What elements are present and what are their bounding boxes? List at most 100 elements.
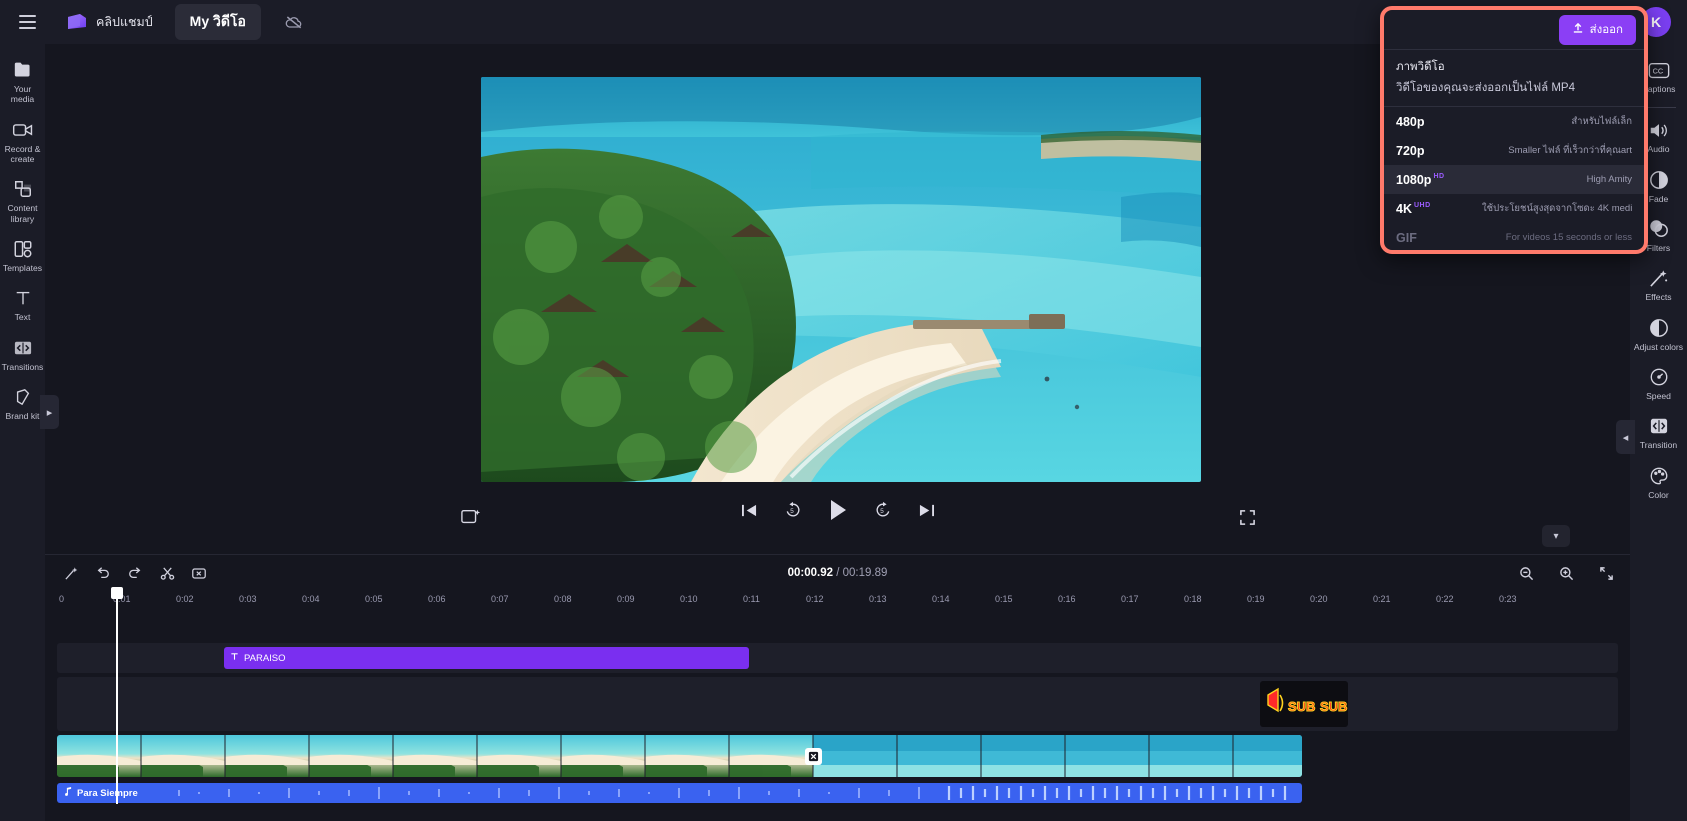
ruler-tick: 0:05 xyxy=(365,594,383,604)
track-video xyxy=(57,735,1618,777)
brand-home-link[interactable]: คลิปแชมป์ xyxy=(66,12,153,32)
auto-enhance-icon[interactable] xyxy=(460,507,482,532)
speed-gauge-icon xyxy=(1649,367,1669,387)
ruler-tick: 0:14 xyxy=(932,594,950,604)
brand-name: คลิปแชมป์ xyxy=(96,12,153,32)
option-name: GIF xyxy=(1396,231,1417,245)
option-name: 480p xyxy=(1396,115,1425,129)
export-button[interactable]: ส่งออก xyxy=(1559,15,1636,45)
transport-controls: 5 5 xyxy=(741,499,935,521)
export-option-gif[interactable]: GIF For videos 15 seconds or less xyxy=(1384,223,1644,252)
clip-sticker-sub[interactable]: SUB SUB xyxy=(1260,681,1348,727)
track-text: PARAISO xyxy=(57,643,1618,673)
undo-icon[interactable] xyxy=(91,561,115,585)
ruler-tick: 0:03 xyxy=(239,594,257,604)
track-audio: Para Siempre xyxy=(57,783,1618,803)
skip-previous-icon[interactable] xyxy=(741,503,758,518)
forward-5s-icon[interactable]: 5 xyxy=(874,501,892,519)
ruler-tick: 0:09 xyxy=(617,594,635,604)
sidebar-item-your-media[interactable]: Your media xyxy=(0,52,45,112)
zoom-in-icon[interactable] xyxy=(1554,561,1578,585)
zoom-out-icon[interactable] xyxy=(1514,561,1538,585)
svg-text:5: 5 xyxy=(790,508,794,515)
export-option-720p[interactable]: 720p Smaller ไฟล์ ที่เร็วกว่าที่คุณart xyxy=(1384,136,1644,165)
transition-icon xyxy=(1649,416,1669,436)
split-scissors-icon[interactable] xyxy=(155,561,179,585)
skip-next-icon[interactable] xyxy=(918,503,935,518)
content-library-icon xyxy=(13,179,33,199)
sidebar-item-content-library[interactable]: Content library xyxy=(0,171,45,231)
player-controls-bar: 5 5 xyxy=(45,499,1630,543)
sidebar-label: Transitions xyxy=(2,362,44,372)
record-camera-icon xyxy=(12,120,34,140)
redo-icon[interactable] xyxy=(123,561,147,585)
clip-video-main[interactable] xyxy=(57,735,1302,777)
filters-icon xyxy=(1648,219,1669,239)
right-item-effects[interactable]: Effects xyxy=(1630,260,1687,309)
clip-label: Para Siempre xyxy=(77,788,138,799)
timeline-ruler[interactable]: 0 0:01 0:02 0:03 0:04 0:05 0:06 0:07 0:0… xyxy=(45,591,1630,611)
clip-audio-para-siempre[interactable]: Para Siempre xyxy=(57,783,1302,803)
timeline-zoom-controls xyxy=(1514,561,1618,585)
timeline-toolbar: 00:00.92 / 00:19.89 xyxy=(45,555,1630,591)
option-badge: HD xyxy=(1433,173,1444,180)
preview-collapse-button[interactable]: ▾ xyxy=(1542,525,1570,547)
right-item-adjust-colors[interactable]: Adjust colors xyxy=(1630,310,1687,359)
export-quality-options: 480p สำหรับไฟล์เล็ก 720p Smaller ไฟล์ ที… xyxy=(1384,107,1644,252)
ruler-tick: 0:13 xyxy=(869,594,887,604)
export-info: ภาพวิดีโอ วิดีโอของคุณจะส่งออกเป็นไฟล์ M… xyxy=(1384,50,1644,107)
ruler-tick: 0:08 xyxy=(554,594,572,604)
clip-text-paraiso[interactable]: PARAISO xyxy=(224,647,749,669)
option-desc: High Amity xyxy=(1587,174,1632,185)
export-info-title: ภาพวิดีโอ xyxy=(1396,58,1632,76)
right-item-speed[interactable]: Speed xyxy=(1630,359,1687,408)
ruler-tick: 0:23 xyxy=(1499,594,1517,604)
fade-icon xyxy=(1649,170,1669,190)
right-item-color[interactable]: Color xyxy=(1630,458,1687,507)
right-item-label: Adjust colors xyxy=(1634,342,1683,352)
sidebar-item-text[interactable]: Text xyxy=(0,280,45,329)
play-icon[interactable] xyxy=(828,499,848,521)
ruler-tick: 0:10 xyxy=(680,594,698,604)
video-preview[interactable] xyxy=(481,77,1201,482)
export-option-480p[interactable]: 480p สำหรับไฟล์เล็ก xyxy=(1384,107,1644,136)
project-name[interactable]: My วิดีโอ xyxy=(175,4,261,40)
option-desc: For videos 15 seconds or less xyxy=(1506,232,1632,243)
chevron-left-icon: ◂ xyxy=(1623,431,1629,444)
timecode-display: 00:00.92 / 00:19.89 xyxy=(788,567,888,579)
fullscreen-icon[interactable] xyxy=(1239,509,1256,531)
delete-icon[interactable] xyxy=(187,561,211,585)
magic-tools-icon[interactable] xyxy=(59,561,83,585)
media-folder-icon xyxy=(13,60,33,80)
clipchamp-logo-icon xyxy=(66,12,88,32)
brand-kit-icon xyxy=(14,387,32,407)
sidebar-item-transitions[interactable]: Transitions xyxy=(0,330,45,379)
export-option-1080p[interactable]: 1080p HD High Amity xyxy=(1384,165,1644,194)
text-clip-icon xyxy=(230,652,239,664)
color-palette-icon xyxy=(1649,466,1669,486)
playhead[interactable] xyxy=(116,589,118,804)
hamburger-icon[interactable] xyxy=(10,5,44,39)
chevron-down-icon: ▾ xyxy=(1553,531,1558,542)
ruler-tick: 0:11 xyxy=(743,594,760,604)
sidebar-label: Record & create xyxy=(2,144,43,165)
fit-timeline-icon[interactable] xyxy=(1594,561,1618,585)
sidebar-item-brand-kit[interactable]: Brand kit xyxy=(0,379,45,428)
split-marker-icon[interactable] xyxy=(805,748,822,765)
sidebar-item-templates[interactable]: Templates xyxy=(0,231,45,280)
rewind-5s-icon[interactable]: 5 xyxy=(784,501,802,519)
right-panel-collapse-button[interactable]: ◂ xyxy=(1616,420,1635,454)
left-panel-expand-button[interactable]: ▸ xyxy=(40,395,59,429)
total-time: 00:19.89 xyxy=(843,567,888,579)
right-item-transition[interactable]: Transition xyxy=(1630,408,1687,457)
audio-waveform xyxy=(149,784,1299,802)
time-separator: / xyxy=(836,567,839,579)
sidebar-item-record-create[interactable]: Record & create xyxy=(0,112,45,172)
export-option-4k[interactable]: 4K UHD ใช้ประโยชน์สูงสุดจากโซดะ 4K media xyxy=(1384,194,1644,223)
cloud-offline-icon[interactable] xyxy=(281,9,307,35)
ruler-tick: 0:21 xyxy=(1373,594,1391,604)
option-name: 1080p HD xyxy=(1396,173,1445,187)
ruler-tick: 0:16 xyxy=(1058,594,1076,604)
option-name-text: 4K xyxy=(1396,202,1412,216)
sidebar-label: Brand kit xyxy=(6,411,40,421)
